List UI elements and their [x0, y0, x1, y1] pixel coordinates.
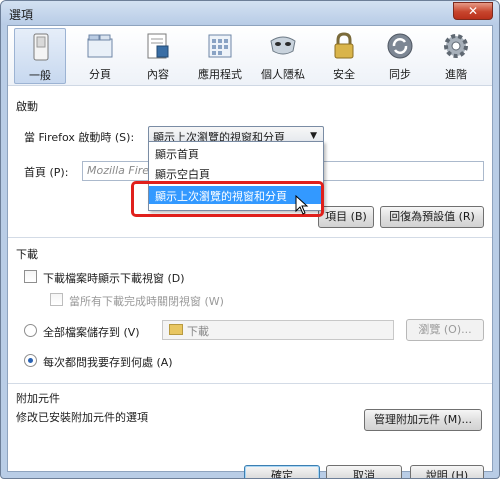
download-folder-field[interactable]: 下載 [162, 320, 394, 340]
always-ask-radio[interactable] [24, 354, 37, 367]
downloads-section-title: 下載 [16, 248, 38, 261]
tab-tabs-label: 分頁 [89, 68, 111, 81]
tab-applications[interactable]: 應用程式 [190, 28, 250, 84]
category-toolbar: 一般 分頁 內容 應用程式 個人隱私 安全 同步 進階 [8, 26, 492, 86]
ok-button[interactable]: 確定 [244, 465, 320, 478]
addons-description: 修改已安裝附加元件的選項 [16, 411, 148, 424]
save-to-radio[interactable] [24, 324, 37, 337]
use-bookmark-button[interactable]: 項目 (B) [318, 206, 374, 228]
tab-content[interactable]: 內容 [132, 28, 184, 84]
gear-icon [444, 34, 468, 58]
sync-icon [387, 33, 413, 59]
close-when-done-label: 當所有下載完成時關閉視窗 (W) [69, 295, 224, 308]
tab-advanced-label: 進階 [445, 68, 467, 81]
addons-section-title: 附加元件 [16, 392, 60, 405]
download-folder-value: 下載 [187, 325, 209, 338]
window-title: 選項 [9, 8, 34, 22]
options-window: 選項 ✕ 一般 分頁 內容 應用程式 個人隱私 安全 同步 進階 啟動 當 Fi… [0, 0, 500, 479]
tabs-icon [87, 34, 113, 58]
manage-addons-button[interactable]: 管理附加元件 (M)... [364, 409, 482, 431]
chevron-down-icon: ▼ [310, 131, 317, 141]
save-to-label: 全部檔案儲存到 (V) [43, 326, 140, 339]
tab-security-label: 安全 [333, 68, 355, 81]
restore-default-button[interactable]: 回復為預設值 (R) [380, 206, 484, 228]
tab-sync[interactable]: 同步 [374, 28, 426, 84]
close-when-done-checkbox[interactable] [50, 293, 63, 306]
dialog-client: 一般 分頁 內容 應用程式 個人隱私 安全 同步 進階 啟動 當 Firefox… [7, 25, 493, 478]
folder-icon [169, 324, 183, 335]
always-ask-label: 每次都問我要存到何處 (A) [43, 356, 173, 369]
applications-icon [208, 34, 232, 58]
switch-icon [33, 33, 49, 61]
content-page-icon [147, 33, 169, 59]
general-panel: 啟動 當 Firefox 啟動時 (S): 顯示上次瀏覽的視窗和分頁 ▼ 首頁 … [8, 87, 492, 478]
tab-general-label: 一般 [29, 69, 51, 82]
mouse-cursor-icon [295, 195, 309, 215]
tab-privacy-label: 個人隱私 [261, 68, 305, 81]
tab-tabs[interactable]: 分頁 [74, 28, 126, 84]
help-button[interactable]: 說明 (H) [410, 465, 484, 478]
show-downloads-label: 下載檔案時顯示下載視窗 (D) [43, 272, 185, 285]
tab-advanced[interactable]: 進階 [430, 28, 482, 84]
home-page-label: 首頁 (P): [24, 166, 69, 179]
cancel-button[interactable]: 取消 [326, 465, 402, 478]
browse-button[interactable]: 瀏覽 (O)... [406, 319, 484, 341]
tab-general[interactable]: 一般 [14, 28, 66, 84]
tab-security[interactable]: 安全 [318, 28, 370, 84]
tab-applications-label: 應用程式 [198, 68, 242, 81]
padlock-icon [334, 32, 354, 59]
startup-section-title: 啟動 [16, 100, 38, 113]
startup-when-label: 當 Firefox 啟動時 (S): [24, 131, 135, 144]
tab-content-label: 內容 [147, 68, 169, 81]
privacy-mask-icon [270, 36, 296, 55]
dropdown-option-home[interactable]: 顯示首頁 [149, 144, 323, 162]
close-button[interactable]: ✕ [453, 2, 493, 20]
show-downloads-checkbox[interactable] [24, 270, 37, 283]
tab-privacy[interactable]: 個人隱私 [252, 28, 314, 84]
dropdown-option-blank[interactable]: 顯示空白頁 [149, 164, 323, 182]
tab-sync-label: 同步 [389, 68, 411, 81]
title-bar[interactable]: 選項 ✕ [1, 1, 499, 25]
